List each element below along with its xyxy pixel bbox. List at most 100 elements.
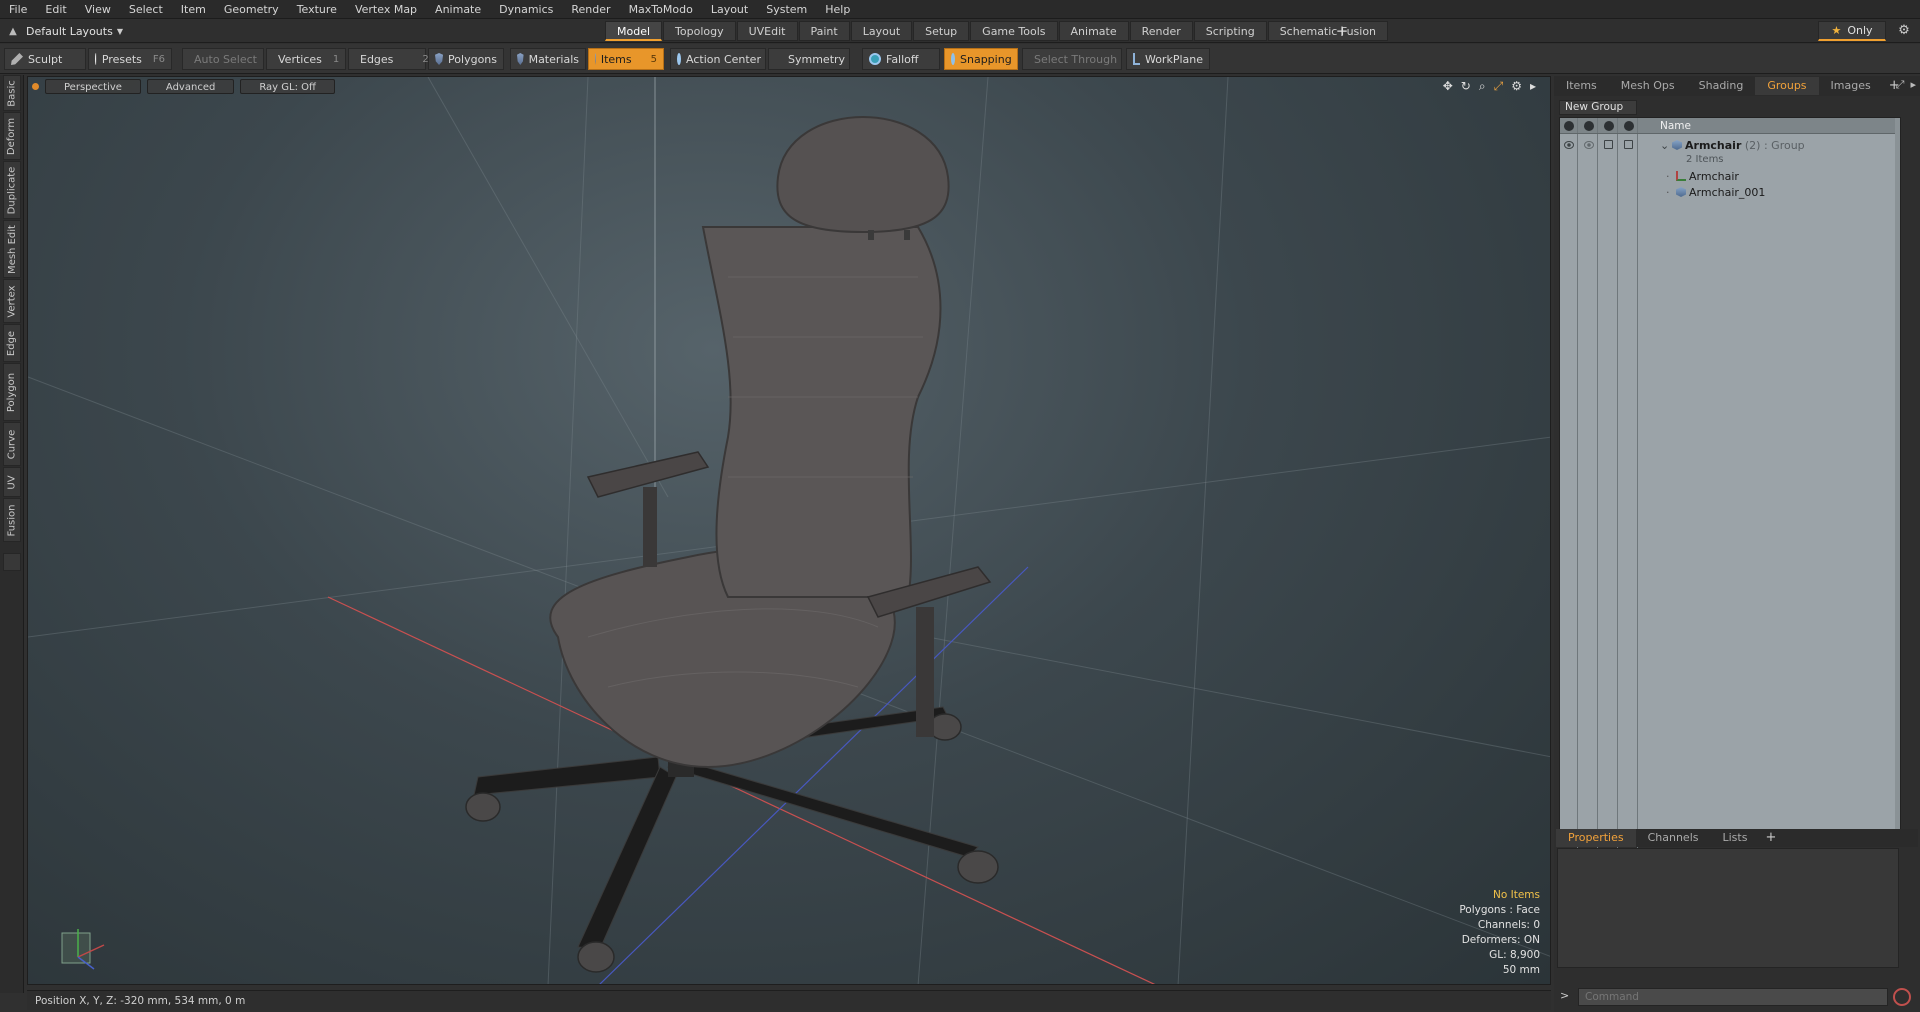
tab-setup[interactable]: Setup (913, 21, 970, 41)
main-toolbar: Sculpt Presets F6 Auto Select Vertices 1… (0, 44, 1920, 74)
group-row-armchair[interactable]: ⌄ Armchair (2) : Group (1560, 138, 1900, 153)
items-label: Items (600, 52, 632, 66)
menu-file[interactable]: File (0, 0, 36, 19)
fit-icon[interactable]: ⤢ (1494, 79, 1504, 94)
shading-mode-dropdown[interactable]: Advanced (146, 78, 235, 94)
zoom-icon[interactable]: ⌕ (1479, 79, 1486, 94)
left-tab-uv[interactable]: UV (3, 467, 21, 497)
items-button[interactable]: Items 5 (588, 48, 664, 70)
menu-render[interactable]: Render (562, 0, 619, 19)
tab-topology[interactable]: Topology (663, 21, 736, 41)
menu-vertex-map[interactable]: Vertex Map (346, 0, 426, 19)
falloff-button[interactable]: Falloff (862, 48, 940, 70)
name-column-header[interactable]: Name (1660, 118, 1691, 134)
visibility-column-icon[interactable] (1564, 121, 1574, 131)
materials-button[interactable]: Materials (510, 48, 586, 70)
select-column-icon[interactable] (1624, 121, 1634, 131)
vertices-button[interactable]: Vertices 1 (266, 48, 346, 70)
left-tab-edge[interactable]: Edge (3, 324, 21, 362)
sculpt-button[interactable]: Sculpt (4, 48, 86, 70)
add-tab-icon[interactable]: + (1333, 21, 1351, 41)
add-lower-tab-icon[interactable]: + (1759, 829, 1782, 847)
only-toggle-button[interactable]: ★ Only (1818, 21, 1886, 41)
action-center-button[interactable]: Action Center (670, 48, 766, 70)
left-tab-vertex[interactable]: Vertex (3, 279, 21, 323)
lock-icon[interactable] (1604, 140, 1613, 149)
auto-select-button[interactable]: Auto Select (182, 48, 264, 70)
play-icon[interactable]: ▸ (1530, 79, 1536, 94)
eye-icon[interactable] (1564, 141, 1574, 149)
select-box-icon[interactable] (1624, 140, 1633, 149)
menu-system[interactable]: System (757, 0, 816, 19)
panel-tab-images[interactable]: Images (1819, 77, 1883, 95)
tab-model[interactable]: Model (605, 21, 663, 41)
gear-icon[interactable]: ⚙ (1893, 21, 1915, 41)
menu-item[interactable]: Item (172, 0, 215, 19)
expand-arrow-icon[interactable]: ⌄ (1660, 138, 1669, 153)
groups-scrollbar[interactable] (1895, 118, 1900, 846)
workplane-button[interactable]: WorkPlane (1126, 48, 1210, 70)
menu-animate[interactable]: Animate (426, 0, 490, 19)
menu-view[interactable]: View (76, 0, 120, 19)
left-tab-deform[interactable]: Deform (3, 112, 21, 160)
layout-selector[interactable]: ▲ Default Layouts ▼ (0, 21, 123, 41)
menu-help[interactable]: Help (816, 0, 859, 19)
render-eye-icon[interactable] (1584, 141, 1594, 149)
left-tab-mesh-edit[interactable]: Mesh Edit (3, 220, 21, 278)
tab-animate[interactable]: Animate (1058, 21, 1129, 41)
menu-select[interactable]: Select (120, 0, 172, 19)
polygons-button[interactable]: Polygons (428, 48, 504, 70)
left-tab-fusion[interactable]: Fusion (3, 498, 21, 542)
menu-edit[interactable]: Edit (36, 0, 75, 19)
pan-icon[interactable]: ✥ (1443, 79, 1453, 94)
tab-paint[interactable]: Paint (798, 21, 850, 41)
group-child-row[interactable]: · Armchair_001 (1560, 185, 1900, 200)
presets-button[interactable]: Presets F6 (88, 48, 172, 70)
select-through-button[interactable]: Select Through (1022, 48, 1122, 70)
3d-viewport[interactable]: Perspective Advanced Ray GL: Off ✥ ↻ ⌕ ⤢… (27, 76, 1551, 985)
tab-render[interactable]: Render (1129, 21, 1193, 41)
rotate-icon[interactable]: ↻ (1461, 79, 1471, 94)
lock-column-icon[interactable] (1604, 121, 1614, 131)
panel-tab-items[interactable]: Items (1554, 77, 1609, 95)
left-tab-curve[interactable]: Curve (3, 422, 21, 466)
viewport-menu-icon[interactable] (32, 82, 39, 90)
left-tab-polygon[interactable]: Polygon (3, 363, 21, 421)
menu-layout[interactable]: Layout (702, 0, 757, 19)
lower-tab-lists[interactable]: Lists (1711, 829, 1760, 847)
tab-layout[interactable]: Layout (850, 21, 913, 41)
new-group-button[interactable]: New Group (1559, 100, 1637, 115)
tab-scripting[interactable]: Scripting (1193, 21, 1267, 41)
collapse-arrow-icon[interactable]: ▲ (0, 26, 26, 37)
edges-button[interactable]: Edges 2 (348, 48, 429, 70)
menu-geometry[interactable]: Geometry (215, 0, 288, 19)
left-tab-basic[interactable]: Basic (3, 75, 21, 111)
expand-icon[interactable]: ⤢ (1896, 78, 1905, 92)
render-column-icon[interactable] (1584, 121, 1594, 131)
symmetry-button[interactable]: Symmetry (768, 48, 850, 70)
lower-tab-channels[interactable]: Channels (1636, 829, 1711, 847)
lower-tab-properties[interactable]: Properties (1556, 829, 1636, 847)
menu-texture[interactable]: Texture (288, 0, 346, 19)
panel-menu-icon[interactable]: ▸ (1910, 78, 1916, 92)
workplane-icon (1133, 53, 1140, 65)
viewport-gear-icon[interactable]: ⚙ (1511, 79, 1522, 94)
left-tab-duplicate[interactable]: Duplicate (3, 161, 21, 219)
panel-tab-mesh-ops[interactable]: Mesh Ops (1609, 77, 1687, 95)
tab-uvedit[interactable]: UVEdit (736, 21, 798, 41)
record-icon[interactable] (1893, 988, 1911, 1006)
tab-schematic-fusion[interactable]: Schematic Fusion (1267, 21, 1389, 41)
raygl-toggle[interactable]: Ray GL: Off (240, 78, 335, 94)
polygons-mode: Polygons : Face (1459, 904, 1540, 916)
armchair-mesh[interactable] (465, 116, 999, 973)
tab-game-tools[interactable]: Game Tools (970, 21, 1058, 41)
snapping-button[interactable]: Snapping (944, 48, 1018, 70)
left-tab-extra-button[interactable] (3, 553, 21, 571)
command-input[interactable] (1578, 988, 1888, 1006)
menu-dynamics[interactable]: Dynamics (490, 0, 562, 19)
panel-tab-shading[interactable]: Shading (1687, 77, 1756, 95)
perspective-view-dropdown[interactable]: Perspective (45, 78, 141, 94)
group-child-row[interactable]: · Armchair (1560, 169, 1900, 184)
menu-maxtomodo[interactable]: MaxToModo (620, 0, 702, 19)
panel-tab-groups[interactable]: Groups (1755, 77, 1819, 95)
